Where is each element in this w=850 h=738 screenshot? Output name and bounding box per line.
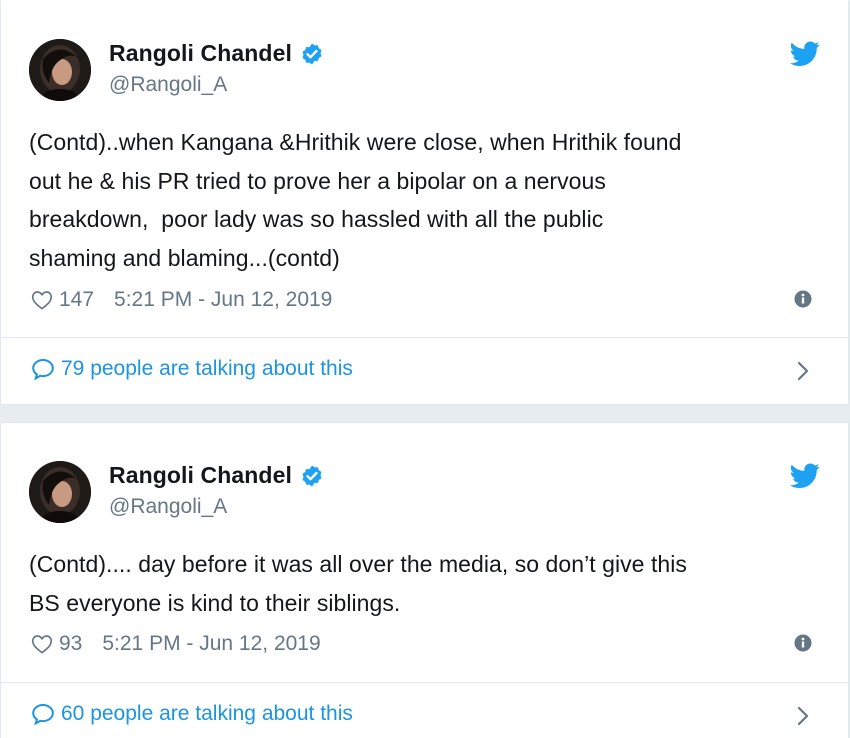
tweet-text: (Contd).... day before it was all over t… bbox=[29, 551, 687, 616]
timestamp[interactable]: 5:21 PM - Jun 12, 2019 bbox=[102, 632, 320, 656]
verified-badge-icon bbox=[302, 43, 322, 64]
tweet-meta: 147 5:21 PM - Jun 12, 2019 bbox=[31, 287, 818, 313]
conversation-bar[interactable]: 79 people are talking about this bbox=[1, 337, 848, 404]
chevron-right-icon[interactable] bbox=[796, 359, 810, 383]
timestamp[interactable]: 5:21 PM - Jun 12, 2019 bbox=[114, 288, 332, 312]
handle[interactable]: @Rangoli_A bbox=[109, 495, 227, 519]
heart-icon[interactable] bbox=[31, 290, 53, 310]
like-count: 93 bbox=[59, 632, 83, 655]
speech-bubble-icon bbox=[32, 703, 54, 725]
verified-badge-icon bbox=[302, 465, 322, 486]
conversation-link[interactable]: 60 people are talking about this bbox=[31, 702, 353, 726]
like-count: 147 bbox=[59, 288, 95, 311]
heart-icon[interactable] bbox=[31, 634, 53, 654]
speech-bubble-icon bbox=[32, 358, 54, 380]
display-name[interactable]: Rangoli Chandel bbox=[109, 462, 292, 489]
avatar[interactable] bbox=[29, 461, 91, 523]
conversation-count[interactable]: 79 people are talking about this bbox=[61, 357, 353, 381]
conversation-bar[interactable]: 60 people are talking about this bbox=[1, 682, 848, 738]
info-icon[interactable] bbox=[794, 290, 812, 308]
conversation-link[interactable]: 79 people are talking about this bbox=[31, 357, 353, 381]
tweet-header: Rangoli Chandel @Rangoli_A bbox=[29, 461, 820, 523]
twitter-bird-icon[interactable] bbox=[790, 41, 820, 67]
twitter-bird-icon[interactable] bbox=[790, 463, 820, 489]
name-row: Rangoli Chandel bbox=[109, 462, 324, 489]
avatar[interactable] bbox=[29, 39, 91, 101]
tweet-text: (Contd)..when Kangana &Hrithik were clos… bbox=[29, 129, 682, 271]
tweet-feed: Rangoli Chandel @Rangoli_A (Contd)..when… bbox=[0, 0, 850, 738]
tweet-meta: 93 5:21 PM - Jun 12, 2019 bbox=[31, 631, 818, 657]
conversation-count[interactable]: 60 people are talking about this bbox=[61, 702, 353, 726]
tweet-card[interactable]: Rangoli Chandel @Rangoli_A (Contd)..when… bbox=[0, 0, 849, 405]
display-name[interactable]: Rangoli Chandel bbox=[109, 40, 292, 67]
name-row: Rangoli Chandel bbox=[109, 40, 324, 67]
info-icon[interactable] bbox=[794, 634, 812, 652]
tweet-header: Rangoli Chandel @Rangoli_A bbox=[29, 39, 820, 101]
tweet-card[interactable]: Rangoli Chandel @Rangoli_A (Contd).... d… bbox=[0, 422, 849, 738]
chevron-right-icon[interactable] bbox=[796, 704, 810, 728]
handle[interactable]: @Rangoli_A bbox=[109, 73, 227, 97]
